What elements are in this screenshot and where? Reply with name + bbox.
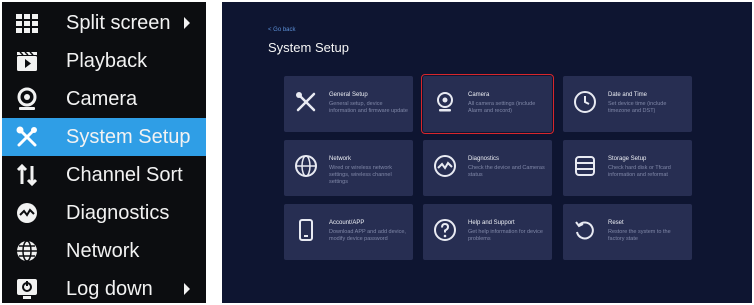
tile-description: Restore the system to the factory state xyxy=(608,229,671,242)
menu-item-label: Playback xyxy=(66,50,148,72)
diagnostics-icon xyxy=(15,201,39,225)
menu-item-label: System Setup xyxy=(66,126,191,148)
tile-title: Date and Time xyxy=(608,92,648,98)
phone-icon xyxy=(294,218,318,242)
menu-item-system-setup[interactable]: System Setup xyxy=(2,118,206,156)
go-back-link[interactable]: < Go back xyxy=(268,27,296,33)
tile-description: General setup, device information and fi… xyxy=(329,101,408,114)
chevron-right-icon xyxy=(182,282,192,296)
tile-title: Help and Support xyxy=(468,220,515,226)
menu-item-log-down[interactable]: Log down xyxy=(2,270,206,305)
menu-item-label: Diagnostics xyxy=(66,202,170,224)
tile-description: Set device time (include timezone and DS… xyxy=(608,101,667,114)
camera-icon xyxy=(433,90,457,114)
tile-title: Account/APP xyxy=(329,220,365,226)
menu-item-playback[interactable]: Playback xyxy=(2,42,206,80)
sort-icon xyxy=(15,163,39,187)
tools-icon xyxy=(294,90,318,114)
tile-diagnostics[interactable]: Diagnostics Check the device and Cameras… xyxy=(423,140,552,196)
tile-title: Storage Setup xyxy=(608,156,647,162)
globe-icon xyxy=(294,154,318,178)
page-title: System Setup xyxy=(268,40,349,55)
tile-title: Diagnostics xyxy=(468,156,500,162)
help-icon xyxy=(433,218,457,242)
tile-date-and-time[interactable]: Date and Time Set device time (include t… xyxy=(563,76,692,132)
menu-item-label: Camera xyxy=(66,88,138,110)
chevron-right-icon xyxy=(182,16,192,30)
menu-item-label: Split screen xyxy=(66,12,171,34)
globe-icon xyxy=(15,239,39,263)
tile-account-app[interactable]: Account/APP Download APP and add device,… xyxy=(284,204,413,260)
system-setup-panel: < Go back System Setup General Setup Gen… xyxy=(222,2,752,303)
diagnostics-icon xyxy=(433,154,457,178)
menu-item-diagnostics[interactable]: Diagnostics xyxy=(2,194,206,232)
camera-icon xyxy=(15,87,39,111)
reset-icon xyxy=(573,218,597,242)
tools-icon xyxy=(15,125,39,149)
clapperboard-icon xyxy=(15,49,39,73)
tile-general-setup[interactable]: General Setup General setup, device info… xyxy=(284,76,413,132)
tile-description: Check the device and Cameras status xyxy=(468,165,545,178)
menu-item-camera[interactable]: Camera xyxy=(2,80,206,118)
tile-reset[interactable]: Reset Restore the system to the factory … xyxy=(563,204,692,260)
logout-icon xyxy=(15,277,39,301)
grid-icon xyxy=(15,11,39,35)
storage-icon xyxy=(573,154,597,178)
tile-description: Check hard disk or Tfcard information an… xyxy=(608,165,671,178)
context-menu: Split screen Playback Camera System Setu… xyxy=(2,2,206,303)
menu-item-label: Log down xyxy=(66,278,153,300)
tile-description: All camera settings (include Alarm and r… xyxy=(468,101,536,114)
menu-item-split-screen[interactable]: Split screen xyxy=(2,4,206,42)
tile-title: General Setup xyxy=(329,92,368,98)
tile-camera[interactable]: Camera All camera settings (include Alar… xyxy=(421,74,554,134)
tile-description: Get help information for device problems xyxy=(468,229,543,242)
tile-help-and-support[interactable]: Help and Support Get help information fo… xyxy=(423,204,552,260)
tile-network[interactable]: Network Wired or wireless network settin… xyxy=(284,140,413,196)
tile-title: Camera xyxy=(468,92,490,98)
menu-item-label: Channel Sort xyxy=(66,164,183,186)
tile-description: Wired or wireless network settings, wire… xyxy=(329,165,392,185)
tile-title: Network xyxy=(329,156,352,162)
tile-description: Download APP and add device, modify devi… xyxy=(329,229,406,242)
menu-item-channel-sort[interactable]: Channel Sort xyxy=(2,156,206,194)
tile-storage-setup[interactable]: Storage Setup Check hard disk or Tfcard … xyxy=(563,140,692,196)
menu-item-label: Network xyxy=(66,240,140,262)
tile-title: Reset xyxy=(608,220,624,226)
clock-icon xyxy=(573,90,597,114)
menu-item-network[interactable]: Network xyxy=(2,232,206,270)
